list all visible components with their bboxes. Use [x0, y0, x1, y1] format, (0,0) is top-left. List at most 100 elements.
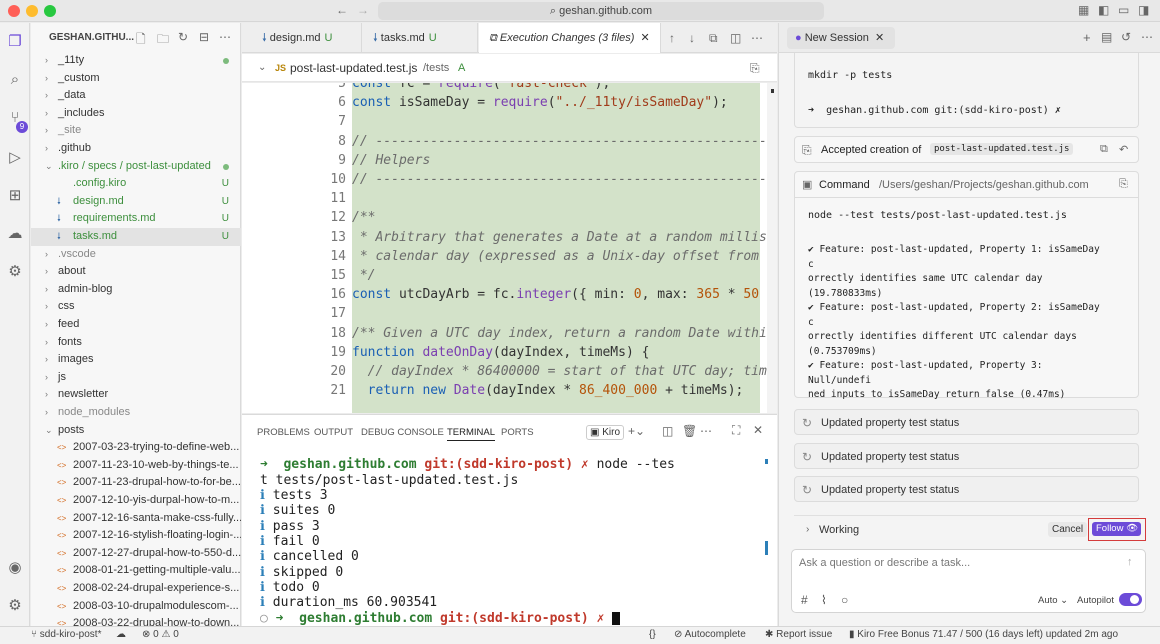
follow-button[interactable]: Follow 👁 — [1088, 518, 1146, 541]
terminal-scrollbar[interactable] — [763, 455, 773, 625]
tab-problems[interactable]: PROBLEMS — [257, 427, 310, 438]
back-arrow-icon[interactable]: ← — [336, 3, 348, 17]
layout-grid-icon[interactable]: ▦ — [1078, 3, 1089, 17]
breadcrumb-file[interactable]: post-last-updated.test.js — [290, 54, 417, 82]
close-panel-icon[interactable]: ✕ — [753, 423, 763, 437]
chat-history-icon[interactable]: ▤ — [1101, 30, 1112, 44]
status-row[interactable]: ↻ Updated property test status — [794, 442, 1139, 469]
explorer-item[interactable]: › _data — [31, 87, 241, 105]
explorer-item[interactable]: .config.kiro U — [31, 175, 241, 193]
forward-arrow-icon[interactable]: → — [357, 3, 369, 17]
autocomplete-indicator[interactable]: ⊘ Autocomplete — [674, 629, 746, 640]
open-file-icon[interactable]: ⎘ — [750, 54, 760, 82]
explorer-item[interactable]: <> 2007-12-27-drupal-how-to-550-d... — [31, 545, 241, 563]
model-selector[interactable]: Auto ⌄ — [1038, 595, 1068, 606]
bonus-indicator[interactable]: ▮ Kiro Free Bonus 71.47 / 500 (16 days l… — [849, 629, 1118, 640]
explorer-item[interactable]: <> 2007-11-23-drupal-how-to-for-be... — [31, 474, 241, 492]
explorer-item[interactable]: <> 2008-02-24-drupal-experience-s... — [31, 580, 241, 598]
explorer-item[interactable]: <> 2007-12-16-santa-make-css-fully... — [31, 510, 241, 528]
plugin-icon[interactable]: ⚙ — [6, 263, 24, 281]
more-actions-icon[interactable]: ⋯ — [219, 30, 231, 44]
attach-icon[interactable]: ⌇ — [821, 593, 827, 607]
explorer-item[interactable]: › node_modules — [31, 404, 241, 422]
explorer-item[interactable]: › newsletter — [31, 386, 241, 404]
more-actions-icon[interactable]: ⋯ — [751, 31, 763, 45]
explorer-icon[interactable]: ❐ — [6, 33, 24, 51]
tab-new-session[interactable]: ● New Session ✕ — [787, 27, 895, 49]
status-row[interactable]: ↻ Updated property test status — [794, 409, 1139, 435]
new-session-icon[interactable]: + — [1083, 30, 1091, 45]
close-tab-icon[interactable]: ✕ — [875, 32, 884, 44]
more-actions-icon[interactable]: ⋯ — [1141, 30, 1153, 44]
explorer-item[interactable]: › _11ty — [31, 52, 241, 70]
code-editor[interactable]: 5 const fc = require("fast-check"); 6 const… — [242, 83, 767, 413]
report-issue-link[interactable]: ✱ Report issue — [765, 629, 832, 640]
toggle-secondary-sidebar-icon[interactable]: ◨ — [1138, 3, 1149, 17]
new-terminal-icon[interactable]: +⌄ — [628, 424, 645, 438]
toggle-sidebar-icon[interactable]: ◧ — [1098, 3, 1109, 17]
explorer-item[interactable]: › feed — [31, 316, 241, 334]
explorer-item[interactable]: › about — [31, 263, 241, 281]
chat-input-box[interactable]: Ask a question or describe a task... ↑ #… — [791, 549, 1146, 613]
explorer-item[interactable]: <> 2008-03-10-drupalmodulescom-... — [31, 598, 241, 616]
send-arrow-icon[interactable]: ↑ — [1127, 556, 1133, 568]
close-tab-icon[interactable]: ✕ — [640, 32, 649, 44]
editor-scrollbar[interactable] — [767, 83, 777, 413]
explorer-item[interactable]: <> 2007-03-23-trying-to-define-web... — [31, 439, 241, 457]
open-diff-icon[interactable]: ⧉ — [1100, 143, 1108, 156]
tab-execution-changes[interactable]: ⧉ Execution Changes (3 files) ✕ — [479, 23, 661, 53]
explorer-item[interactable]: › js — [31, 369, 241, 387]
open-terminal-icon[interactable]: ⎘ — [1119, 178, 1128, 191]
arrow-up-icon[interactable]: ↑ — [669, 31, 675, 45]
kiro-ghost-icon[interactable]: ☁ — [6, 225, 24, 243]
explorer-item[interactable]: <> 2007-12-16-stylish-floating-login-... — [31, 527, 241, 545]
explorer-item[interactable]: › _site — [31, 122, 241, 140]
minimize-window-button[interactable] — [26, 5, 38, 17]
explorer-item[interactable]: ⌄ posts — [31, 422, 241, 440]
explorer-item[interactable]: 🠗 requirements.md U — [31, 210, 241, 228]
settings-gear-icon[interactable]: ⚙ — [6, 597, 24, 615]
accepted-file-pill[interactable]: post-last-updated.test.js — [930, 143, 1074, 155]
chevron-right-icon[interactable]: › — [806, 524, 809, 535]
explorer-item[interactable]: › images — [31, 351, 241, 369]
arrow-down-icon[interactable]: ↓ — [689, 31, 695, 45]
chevron-down-icon[interactable]: ⌄ — [258, 54, 266, 82]
sync-icon[interactable]: ☁ — [116, 629, 126, 640]
close-window-button[interactable] — [8, 5, 20, 17]
run-debug-icon[interactable]: ▷ — [6, 149, 24, 167]
new-folder-icon[interactable]: 🗀 — [157, 30, 169, 51]
url-bar[interactable]: ⌕ geshan.github.com — [378, 2, 824, 20]
restore-icon[interactable]: ↺ — [1121, 30, 1131, 44]
explorer-item[interactable]: › css — [31, 298, 241, 316]
split-terminal-icon[interactable]: ◫ — [662, 424, 673, 438]
undo-icon[interactable]: ↶ — [1119, 143, 1128, 156]
branch-indicator[interactable]: ⑂ sdd-kiro-post* — [31, 629, 101, 640]
account-icon[interactable]: ◉ — [6, 559, 24, 577]
tab-tasks-md[interactable]: 🠗 tasks.md U — [363, 23, 478, 53]
explorer-item[interactable]: › _includes — [31, 105, 241, 123]
tab-output[interactable]: OUTPUT — [314, 427, 353, 438]
collapse-all-icon[interactable]: ⊟ — [199, 30, 209, 44]
braces-indicator[interactable]: {} — [649, 629, 656, 640]
terminal-selector[interactable]: ▣ Kiro — [586, 425, 625, 440]
autopilot-toggle[interactable] — [1119, 593, 1142, 606]
explorer-item[interactable]: <> 2008-01-21-getting-multiple-valu... — [31, 562, 241, 580]
explorer-item[interactable]: › .github — [31, 140, 241, 158]
scroll-thumb[interactable] — [771, 89, 774, 93]
explorer-item[interactable]: › admin-blog — [31, 281, 241, 299]
problems-indicator[interactable]: ⊗ 0 ⚠ 0 — [142, 629, 179, 640]
explorer-item[interactable]: › _custom — [31, 70, 241, 88]
tab-design-md[interactable]: 🠗 design.md U — [252, 23, 362, 53]
maximize-panel-icon[interactable]: ⛶ — [732, 423, 740, 438]
new-file-icon[interactable]: 🗋 — [136, 30, 146, 51]
explorer-item[interactable]: 🠗 design.md U — [31, 193, 241, 211]
status-row[interactable]: ↻ Updated property test status — [794, 476, 1139, 502]
open-changes-icon[interactable]: ⧉ — [709, 31, 718, 46]
cancel-button[interactable]: Cancel — [1048, 522, 1088, 537]
refresh-icon[interactable]: ↻ — [178, 30, 188, 44]
maximize-window-button[interactable] — [44, 5, 56, 17]
tab-ports[interactable]: PORTS — [501, 427, 534, 438]
hash-context-icon[interactable]: # — [801, 593, 808, 607]
circle-icon[interactable]: ○ — [841, 593, 848, 607]
tab-terminal[interactable]: TERMINAL — [447, 427, 496, 441]
